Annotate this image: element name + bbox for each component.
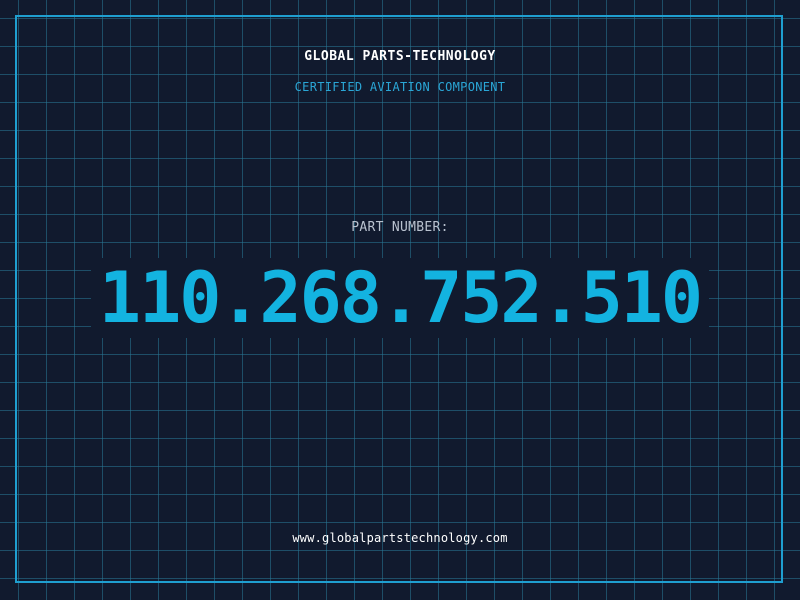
company-name: GLOBAL PARTS-TECHNOLOGY <box>304 49 496 64</box>
part-number-container: 110.268.752.510 <box>0 258 800 338</box>
part-number-value: 110.268.752.510 <box>90 258 710 338</box>
certification-subtitle: CERTIFIED AVIATION COMPONENT <box>294 80 506 94</box>
part-number-label: PART NUMBER: <box>351 220 449 235</box>
website-url: www.globalpartstechnology.com <box>292 531 508 545</box>
part-label-screen: GLOBAL PARTS-TECHNOLOGY CERTIFIED AVIATI… <box>0 0 800 600</box>
